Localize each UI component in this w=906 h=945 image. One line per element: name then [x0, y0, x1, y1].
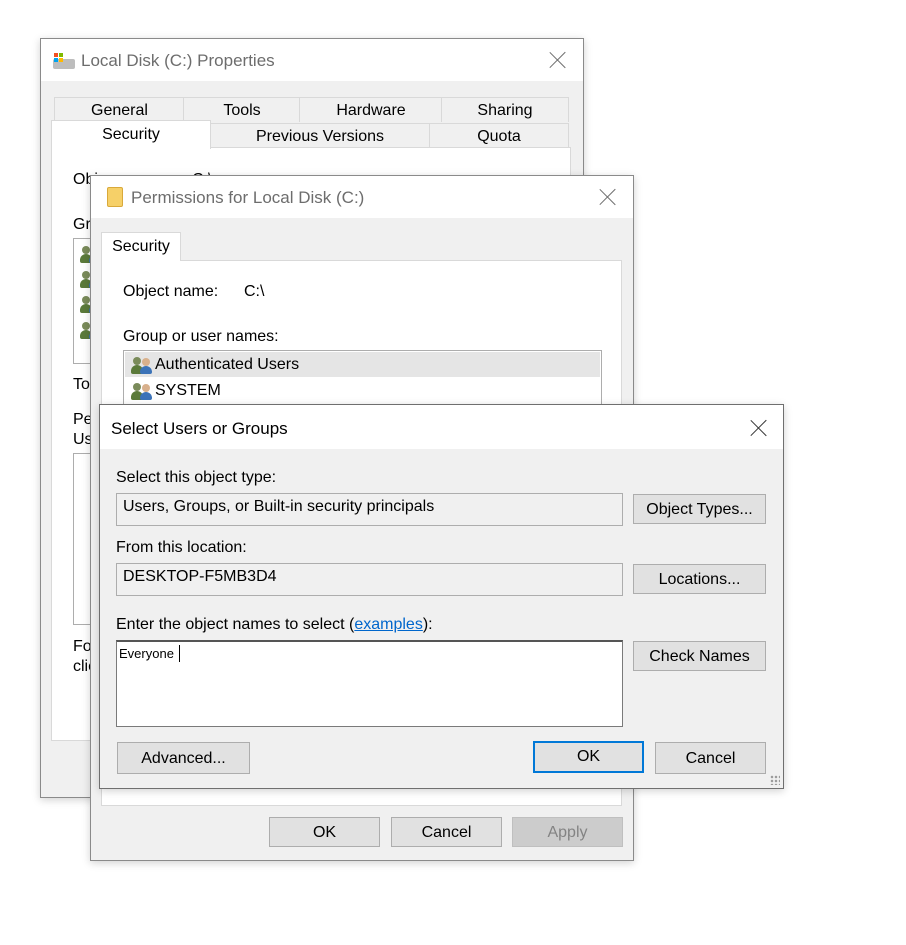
perm-apply-button[interactable]: Apply — [512, 817, 623, 847]
tab-general[interactable]: General — [54, 97, 185, 122]
object-types-button[interactable]: Object Types... — [633, 494, 766, 524]
user-group-icon — [131, 356, 153, 374]
enter-names-label: Enter the object names to select (exampl… — [116, 616, 433, 633]
perm-object-name-value: C:\ — [244, 283, 265, 300]
list-item[interactable]: Authenticated Users — [125, 352, 600, 377]
properties-title: Local Disk (C:) Properties — [81, 51, 275, 70]
check-names-button[interactable]: Check Names — [633, 641, 766, 671]
examples-link[interactable]: examples — [354, 616, 422, 633]
list-item[interactable]: SYSTEM — [125, 378, 600, 403]
properties-close-icon[interactable] — [547, 49, 569, 71]
select-title: Select Users or Groups — [111, 419, 288, 438]
perm-object-name-label: Object name: — [123, 283, 219, 300]
object-type-label: Select this object type: — [116, 469, 277, 486]
location-label: From this location: — [116, 539, 247, 556]
advanced-button[interactable]: Advanced... — [117, 742, 250, 774]
perm-group-label: Group or user names: — [123, 328, 279, 345]
perm-tab-security[interactable]: Security — [101, 232, 181, 261]
locations-button[interactable]: Locations... — [633, 564, 766, 594]
permissions-titlebar[interactable]: Permissions for Local Disk (C:) — [91, 176, 633, 218]
select-close-icon[interactable] — [748, 417, 770, 439]
object-names-text: Everyone — [119, 646, 174, 661]
tab-security[interactable]: Security — [51, 120, 211, 149]
folder-icon — [107, 187, 123, 207]
select-cancel-button[interactable]: Cancel — [655, 742, 766, 774]
object-names-input[interactable]: Everyone — [116, 640, 623, 727]
tab-sharing[interactable]: Sharing — [441, 97, 569, 122]
properties-titlebar[interactable]: Local Disk (C:) Properties — [41, 39, 583, 81]
select-ok-button[interactable]: OK — [533, 741, 644, 773]
tab-previous-versions[interactable]: Previous Versions — [209, 123, 431, 148]
tab-tools[interactable]: Tools — [183, 97, 301, 122]
advanced-hint-label: Fo — [73, 638, 92, 655]
permissions-title: Permissions for Local Disk (C:) — [131, 188, 365, 207]
resize-grip-icon[interactable] — [770, 775, 780, 785]
group-label: Gr — [73, 216, 91, 233]
text-cursor — [179, 645, 180, 662]
select-titlebar[interactable]: Select Users or Groups — [100, 405, 783, 449]
user-group-icon — [131, 382, 153, 400]
to-label: To — [73, 376, 90, 393]
object-type-field: Users, Groups, or Built-in security prin… — [116, 493, 623, 526]
perm-cancel-button[interactable]: Cancel — [391, 817, 502, 847]
permissions-close-icon[interactable] — [597, 186, 619, 208]
perm-ok-button[interactable]: OK — [269, 817, 380, 847]
drive-icon — [53, 53, 75, 69]
tab-quota[interactable]: Quota — [429, 123, 569, 148]
location-field: DESKTOP-F5MB3D4 — [116, 563, 623, 596]
select-users-window: Select Users or Groups Select this objec… — [99, 404, 784, 789]
tab-hardware[interactable]: Hardware — [299, 97, 443, 122]
